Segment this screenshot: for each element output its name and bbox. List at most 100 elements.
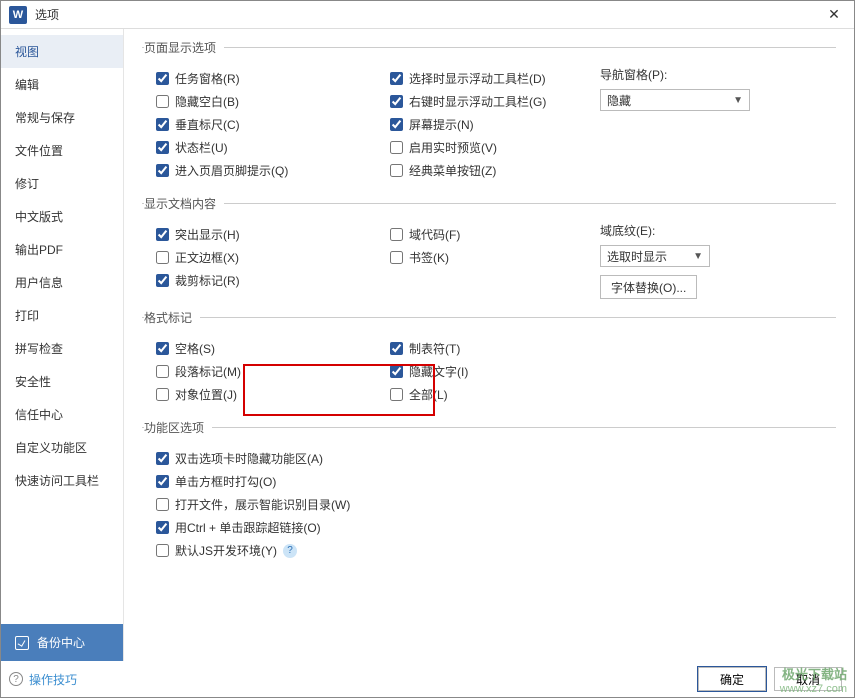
backup-icon — [15, 636, 29, 650]
nav-pane-select[interactable]: 隐藏 ▼ — [600, 89, 750, 111]
ribbon-opt-1[interactable]: 单击方框时打勾(O) — [156, 473, 836, 490]
fmt-opt-1-2-checkbox[interactable] — [156, 388, 169, 401]
footer-bar: ? 操作技巧 确定 取消 极光下载站 www.xz7.com — [1, 661, 854, 697]
chevron-down-icon: ▼ — [693, 251, 703, 262]
doc-opt-1-0-checkbox[interactable] — [156, 228, 169, 241]
fmt-opt-2-2-checkbox[interactable] — [390, 388, 403, 401]
display-opt-2-3[interactable]: 启用实时预览(V) — [390, 139, 596, 156]
cancel-button[interactable]: 取消 — [774, 667, 842, 691]
ribbon-opt-4[interactable]: 默认JS开发环境(Y)? — [156, 542, 836, 559]
ok-button[interactable]: 确定 — [698, 667, 766, 691]
doc-opt-1-2[interactable]: 裁剪标记(R) — [156, 272, 372, 289]
display-opt-2-2[interactable]: 屏幕提示(N) — [390, 116, 596, 133]
fmt-opt-2-2[interactable]: 全部(L) — [390, 386, 596, 403]
display-opt-1-1[interactable]: 隐藏空白(B) — [156, 93, 372, 110]
doc-opt-1-1-label: 正文边框(X) — [175, 249, 239, 266]
fmt-opt-2-0[interactable]: 制表符(T) — [390, 340, 596, 357]
doc-opt-2-0-checkbox[interactable] — [390, 228, 403, 241]
ribbon-opt-0[interactable]: 双击选项卡时隐藏功能区(A) — [156, 450, 836, 467]
ribbon-opt-3-checkbox[interactable] — [156, 521, 169, 534]
sidebar-item-13[interactable]: 快速访问工具栏 — [1, 464, 123, 497]
display-opt-1-2-label: 垂直标尺(C) — [175, 116, 240, 133]
section-ribbon-legend: 功能区选项 — [144, 419, 212, 436]
ribbon-opt-4-checkbox[interactable] — [156, 544, 169, 557]
sidebar-item-3[interactable]: 文件位置 — [1, 134, 123, 167]
doc-opt-1-1[interactable]: 正文边框(X) — [156, 249, 372, 266]
sidebar-item-1[interactable]: 编辑 — [1, 68, 123, 101]
sidebar-item-12[interactable]: 自定义功能区 — [1, 431, 123, 464]
display-opt-1-0-checkbox[interactable] — [156, 72, 169, 85]
section-ribbon: 功能区选项 双击选项卡时隐藏功能区(A) 单击方框时打勾(O) 打开文件，展示智能识… — [142, 419, 836, 565]
fmt-opt-2-1-label: 隐藏文字(I) — [409, 363, 468, 380]
display-opt-2-3-checkbox[interactable] — [390, 141, 403, 154]
sidebar-item-6[interactable]: 输出PDF — [1, 233, 123, 266]
display-opt-1-0[interactable]: 任务窗格(R) — [156, 70, 372, 87]
section-doc-content-legend: 显示文档内容 — [144, 195, 224, 212]
sidebar-item-11[interactable]: 信任中心 — [1, 398, 123, 431]
ribbon-opt-2[interactable]: 打开文件，展示智能识别目录(W) — [156, 496, 836, 513]
fmt-opt-1-0[interactable]: 空格(S) — [156, 340, 372, 357]
sidebar-item-9[interactable]: 拼写检查 — [1, 332, 123, 365]
sidebar-item-4[interactable]: 修订 — [1, 167, 123, 200]
field-shading-select[interactable]: 选取时显示 ▼ — [600, 245, 710, 267]
doc-opt-1-0-label: 突出显示(H) — [175, 226, 240, 243]
doc-opt-2-1-label: 书签(K) — [409, 249, 449, 266]
fmt-opt-1-0-checkbox[interactable] — [156, 342, 169, 355]
display-opt-1-4-checkbox[interactable] — [156, 164, 169, 177]
display-opt-1-4-label: 进入页眉页脚提示(Q) — [175, 162, 288, 179]
display-opt-2-4[interactable]: 经典菜单按钮(Z) — [390, 162, 596, 179]
font-substitute-button[interactable]: 字体替换(O)... — [600, 275, 697, 299]
section-display-legend: 页面显示选项 — [144, 39, 224, 56]
doc-opt-2-0[interactable]: 域代码(F) — [390, 226, 596, 243]
display-opt-2-0[interactable]: 选择时显示浮动工具栏(D) — [390, 70, 596, 87]
fmt-opt-1-1[interactable]: 段落标记(M) — [156, 363, 372, 380]
ribbon-opt-1-checkbox[interactable] — [156, 475, 169, 488]
ribbon-opt-2-label: 打开文件，展示智能识别目录(W) — [175, 496, 350, 513]
display-opt-2-0-checkbox[interactable] — [390, 72, 403, 85]
display-opt-2-1-checkbox[interactable] — [390, 95, 403, 108]
section-display: 页面显示选项 任务窗格(R) 隐藏空白(B) 垂直标尺(C) 状态栏(U) 进入页眉页脚… — [142, 39, 836, 185]
display-opt-2-2-checkbox[interactable] — [390, 118, 403, 131]
display-opt-1-2[interactable]: 垂直标尺(C) — [156, 116, 372, 133]
sidebar-item-10[interactable]: 安全性 — [1, 365, 123, 398]
field-shading-label: 域底纹(E): — [600, 222, 780, 239]
ribbon-opt-3-label: 用Ctrl + 单击跟踪超链接(O) — [175, 519, 321, 536]
help-icon[interactable]: ? — [283, 544, 297, 558]
doc-opt-1-2-checkbox[interactable] — [156, 274, 169, 287]
fmt-opt-2-1[interactable]: 隐藏文字(I) — [390, 363, 596, 380]
close-button[interactable]: ✕ — [822, 3, 846, 27]
doc-opt-1-0[interactable]: 突出显示(H) — [156, 226, 372, 243]
ribbon-opt-2-checkbox[interactable] — [156, 498, 169, 511]
ribbon-opt-0-label: 双击选项卡时隐藏功能区(A) — [175, 450, 323, 467]
fmt-opt-2-1-checkbox[interactable] — [390, 365, 403, 378]
display-opt-2-3-label: 启用实时预览(V) — [409, 139, 497, 156]
ribbon-opt-4-label: 默认JS开发环境(Y) — [175, 542, 277, 559]
fmt-opt-2-0-checkbox[interactable] — [390, 342, 403, 355]
doc-opt-2-1[interactable]: 书签(K) — [390, 249, 596, 266]
display-opt-1-4[interactable]: 进入页眉页脚提示(Q) — [156, 162, 372, 179]
doc-opt-2-0-label: 域代码(F) — [409, 226, 460, 243]
backup-center-button[interactable]: 备份中心 — [1, 624, 123, 661]
doc-opt-1-1-checkbox[interactable] — [156, 251, 169, 264]
display-opt-2-4-checkbox[interactable] — [390, 164, 403, 177]
display-opt-1-0-label: 任务窗格(R) — [175, 70, 240, 87]
sidebar-item-5[interactable]: 中文版式 — [1, 200, 123, 233]
display-opt-1-1-checkbox[interactable] — [156, 95, 169, 108]
display-opt-1-3[interactable]: 状态栏(U) — [156, 139, 372, 156]
sidebar-item-7[interactable]: 用户信息 — [1, 266, 123, 299]
fmt-opt-1-1-checkbox[interactable] — [156, 365, 169, 378]
sidebar-item-8[interactable]: 打印 — [1, 299, 123, 332]
fmt-opt-1-2[interactable]: 对象位置(J) — [156, 386, 372, 403]
display-opt-2-1[interactable]: 右键时显示浮动工具栏(G) — [390, 93, 596, 110]
ribbon-opt-0-checkbox[interactable] — [156, 452, 169, 465]
ribbon-opt-3[interactable]: 用Ctrl + 单击跟踪超链接(O) — [156, 519, 836, 536]
doc-opt-2-1-checkbox[interactable] — [390, 251, 403, 264]
field-shading-value: 选取时显示 — [607, 248, 667, 265]
fmt-opt-2-2-label: 全部(L) — [409, 386, 448, 403]
display-opt-1-3-checkbox[interactable] — [156, 141, 169, 154]
backup-label: 备份中心 — [37, 634, 85, 651]
sidebar-item-0[interactable]: 视图 — [1, 35, 123, 68]
display-opt-1-2-checkbox[interactable] — [156, 118, 169, 131]
sidebar-item-2[interactable]: 常规与保存 — [1, 101, 123, 134]
tips-link[interactable]: 操作技巧 — [29, 671, 77, 688]
